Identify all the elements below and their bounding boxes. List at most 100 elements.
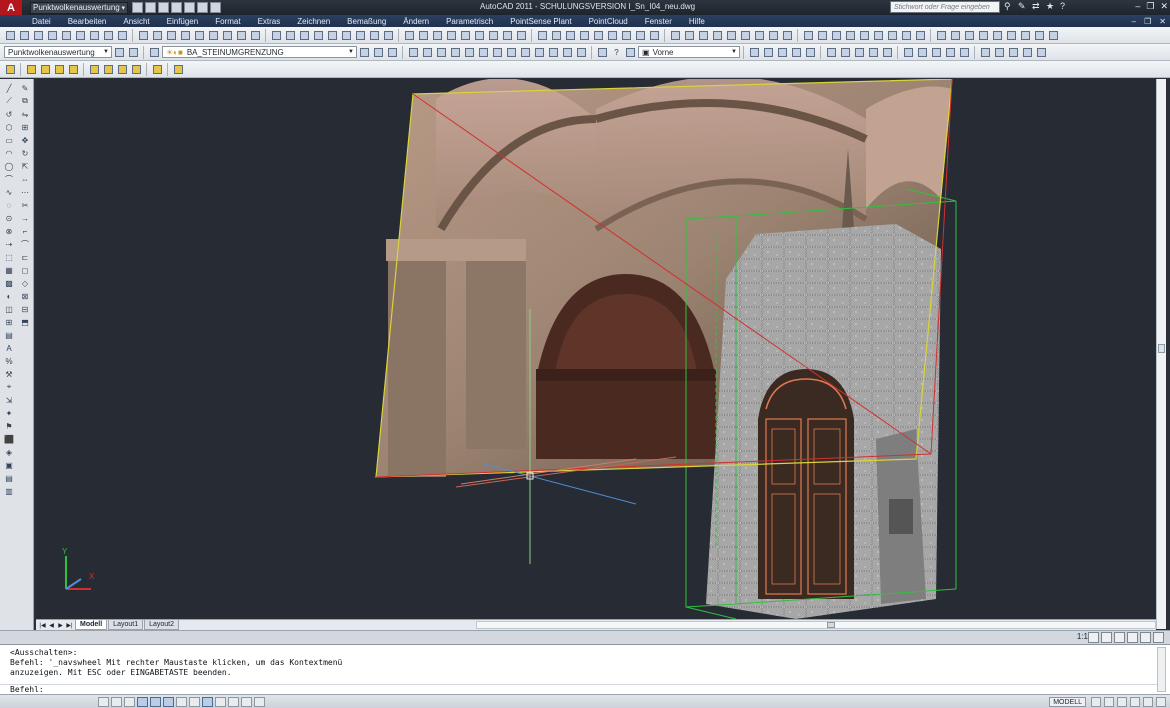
draw-tool-11-icon[interactable]: ⊙	[3, 213, 15, 223]
standard-tool-46-icon[interactable]	[669, 29, 682, 42]
draw-tool-17-icon[interactable]: ◐	[3, 291, 15, 301]
doc-restore-icon[interactable]: ❐	[1144, 17, 1151, 26]
ps-slice-back-icon[interactable]	[39, 63, 52, 76]
help-question-icon[interactable]: ?	[610, 46, 623, 59]
standard-tool-61-icon[interactable]	[886, 29, 899, 42]
modify-tool-12-icon[interactable]: ⌐	[19, 226, 31, 236]
ucs-object-icon[interactable]	[463, 46, 476, 59]
workspace-dropdown[interactable]: Punktwolkenauswertung ▾	[30, 1, 128, 14]
zoom-realtime-icon[interactable]	[596, 46, 609, 59]
standard-tool-65-icon[interactable]	[949, 29, 962, 42]
ucs-face-icon[interactable]	[449, 46, 462, 59]
menu-pointsense-plant[interactable]: PointSense Plant	[510, 17, 571, 26]
modify-tool-5-icon[interactable]: ✥	[19, 135, 31, 145]
modify-tool-15-icon[interactable]: ◻	[19, 265, 31, 275]
standard-tool-18-icon[interactable]	[249, 29, 262, 42]
ucs-z-axis-icon[interactable]	[505, 46, 518, 59]
horizontal-scrollbar[interactable]	[476, 621, 1156, 629]
modify-tool-17-icon[interactable]: ⊠	[19, 291, 31, 301]
standard-tool-54-icon[interactable]	[781, 29, 794, 42]
pointcloud-tool-20-icon[interactable]	[1035, 46, 1048, 59]
pointcloud-tool-10-icon[interactable]	[881, 46, 894, 59]
draw-tool-26-icon[interactable]: ✦	[3, 408, 15, 418]
model-space-button[interactable]: MODELL	[1049, 697, 1086, 707]
ps-slice-top-icon[interactable]	[53, 63, 66, 76]
layer-previous-icon[interactable]	[372, 46, 385, 59]
standard-tool-11-icon[interactable]	[151, 29, 164, 42]
auto-scale-icon[interactable]	[1101, 632, 1112, 643]
modify-tool-8-icon[interactable]: ⇔	[19, 174, 31, 184]
draw-tool-21-icon[interactable]: A	[3, 343, 15, 353]
layer-properties-icon[interactable]	[148, 46, 161, 59]
standard-tool-36-icon[interactable]	[515, 29, 528, 42]
draw-tool-32-icon[interactable]: ▥	[3, 486, 15, 496]
standard-tool-39-icon[interactable]	[564, 29, 577, 42]
standard-tool-28-icon[interactable]	[403, 29, 416, 42]
pointcloud-tool-5-icon[interactable]	[804, 46, 817, 59]
view-manager-icon[interactable]	[624, 46, 637, 59]
draw-tool-3-icon[interactable]: ↺	[3, 109, 15, 119]
menu-zeichnen[interactable]: Zeichnen	[297, 17, 330, 26]
standard-tool-69-icon[interactable]	[1005, 29, 1018, 42]
pointcloud-tool-15-icon[interactable]	[958, 46, 971, 59]
standard-tool-60-icon[interactable]	[872, 29, 885, 42]
ps-tools-icon[interactable]	[172, 63, 185, 76]
customize-icon[interactable]	[127, 46, 140, 59]
workspace-combo[interactable]: Punktwolkenauswertung ▼	[4, 46, 112, 58]
modify-tool-18-icon[interactable]: ⊟	[19, 304, 31, 314]
draw-tool-12-icon[interactable]: ⊗	[3, 226, 15, 236]
standard-tool-29-icon[interactable]	[417, 29, 430, 42]
standard-tool-33-icon[interactable]	[473, 29, 486, 42]
standard-tool-10-icon[interactable]	[137, 29, 150, 42]
modify-tool-14-icon[interactable]: ⊏	[19, 252, 31, 262]
standard-tool-67-icon[interactable]	[977, 29, 990, 42]
horizontal-scroll-thumb[interactable]	[827, 622, 835, 628]
modify-tool-3-icon[interactable]: ⇋	[19, 109, 31, 119]
ucs-3point-icon[interactable]	[519, 46, 532, 59]
standard-tool-63-icon[interactable]	[914, 29, 927, 42]
draw-tool-7-icon[interactable]: ◯	[3, 161, 15, 171]
draw-tool-1-icon[interactable]: ╱	[3, 83, 15, 93]
menu-fenster[interactable]: Fenster	[645, 17, 672, 26]
standard-tool-71-icon[interactable]	[1033, 29, 1046, 42]
lineweight-toggle[interactable]	[215, 696, 226, 707]
ucs-apply-icon[interactable]	[575, 46, 588, 59]
pointcloud-tool-13-icon[interactable]	[930, 46, 943, 59]
modify-tool-9-icon[interactable]: ⋯	[19, 187, 31, 197]
standard-tool-23-icon[interactable]	[326, 29, 339, 42]
pointcloud-tool-18-icon[interactable]	[1007, 46, 1020, 59]
isolate-icon[interactable]	[1140, 632, 1151, 643]
standard-tool-6-icon[interactable]	[74, 29, 87, 42]
draw-tool-6-icon[interactable]: ◠	[3, 148, 15, 158]
pointcloud-tool-9-icon[interactable]	[867, 46, 880, 59]
standard-tool-42-icon[interactable]	[606, 29, 619, 42]
standard-tool-49-icon[interactable]	[711, 29, 724, 42]
pointcloud-tool-11-icon[interactable]	[902, 46, 915, 59]
doc-minimize-icon[interactable]: –	[1132, 17, 1136, 26]
standard-tool-9-icon[interactable]	[116, 29, 129, 42]
save-as-icon[interactable]	[171, 2, 182, 13]
quick-properties-toggle[interactable]	[241, 696, 252, 707]
menu-aendern[interactable]: Ändern	[403, 17, 429, 26]
modify-tool-13-icon[interactable]: ⌒	[19, 239, 31, 249]
new-file-icon[interactable]	[132, 2, 143, 13]
prev-tab-icon[interactable]: ◀	[47, 622, 56, 629]
ps-hand-icon[interactable]	[151, 63, 164, 76]
standard-tool-32-icon[interactable]	[459, 29, 472, 42]
standard-tool-7-icon[interactable]	[88, 29, 101, 42]
standard-tool-55-icon[interactable]	[802, 29, 815, 42]
standard-tool-59-icon[interactable]	[858, 29, 871, 42]
standard-tool-70-icon[interactable]	[1019, 29, 1032, 42]
standard-tool-68-icon[interactable]	[991, 29, 1004, 42]
standard-tool-44-icon[interactable]	[634, 29, 647, 42]
ucs-previous-icon[interactable]	[435, 46, 448, 59]
ucs-x-icon[interactable]	[533, 46, 546, 59]
draw-tool-19-icon[interactable]: ⊞	[3, 317, 15, 327]
draw-tool-22-icon[interactable]: %	[3, 356, 15, 366]
standard-tool-62-icon[interactable]	[900, 29, 913, 42]
standard-tool-56-icon[interactable]	[816, 29, 829, 42]
help-icon[interactable]: ?	[1060, 1, 1070, 12]
modify-tool-4-icon[interactable]: ⊞	[19, 122, 31, 132]
draw-tool-10-icon[interactable]: ◌	[3, 200, 15, 210]
make-current-layer-icon[interactable]	[358, 46, 371, 59]
